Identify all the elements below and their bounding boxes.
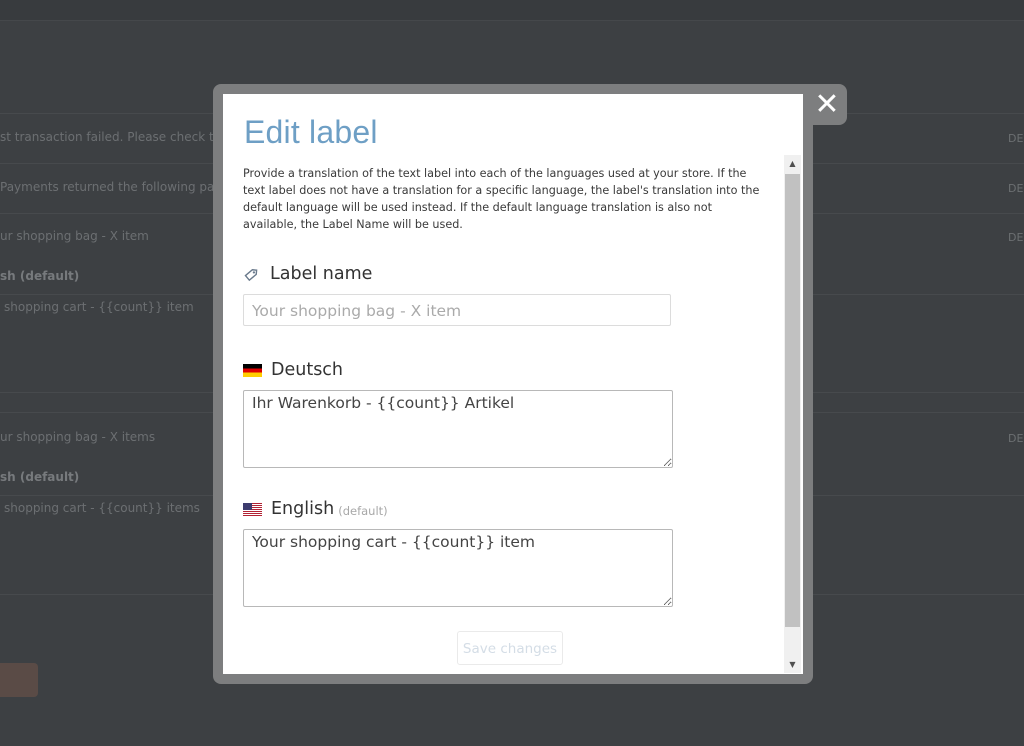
- label-name-text: Label name: [270, 264, 373, 284]
- scroll-up-arrow-icon[interactable]: ▲: [784, 155, 801, 172]
- english-translation-field[interactable]: Your shopping cart - {{count}} item: [243, 529, 673, 607]
- background-row-text: sh (default): [0, 269, 80, 283]
- label-name-input[interactable]: Your shopping bag - X item: [243, 294, 671, 326]
- background-row-text: ur shopping bag - X item: [0, 229, 149, 243]
- background-top-bar: [0, 0, 1024, 21]
- close-button[interactable]: ✕: [811, 89, 843, 121]
- english-heading: English (default): [243, 499, 388, 519]
- background-row-tag: DE: [1008, 231, 1024, 244]
- background-row-text: Payments returned the following paym: [0, 180, 234, 194]
- dialog-description: Provide a translation of the text label …: [243, 167, 760, 231]
- dialog-scrollbar[interactable]: ▲ ▼: [784, 155, 801, 673]
- background-row-tag: DE: [1008, 432, 1024, 445]
- background-button: [0, 663, 38, 697]
- dialog-content: Provide a translation of the text label …: [223, 154, 803, 674]
- english-label: English: [271, 499, 335, 519]
- deutsch-heading: Deutsch: [243, 360, 343, 380]
- background-row-text: shopping cart - {{count}} item: [4, 300, 194, 314]
- edit-label-dialog: Edit label Provide a translation of the …: [223, 94, 803, 674]
- flag-us-icon: [243, 502, 262, 516]
- dialog-title: Edit label: [244, 114, 378, 150]
- background-row-text: ur shopping bag - X items: [0, 430, 156, 444]
- scrollbar-thumb[interactable]: [785, 174, 800, 627]
- default-note: (default): [338, 503, 388, 518]
- scroll-down-arrow-icon[interactable]: ▼: [784, 656, 801, 673]
- save-changes-button[interactable]: Save changes: [457, 631, 563, 665]
- tag-icon: [243, 265, 261, 283]
- deutsch-label: Deutsch: [271, 360, 344, 380]
- background-row-tag: DE: [1008, 182, 1024, 195]
- flag-de-icon: [243, 363, 262, 377]
- background-row-text: shopping cart - {{count}} items: [4, 501, 200, 515]
- background-row-text: sh (default): [0, 470, 80, 484]
- background-row-text: st transaction failed. Please check the: [0, 130, 229, 144]
- background-row-tag: DE: [1008, 132, 1024, 145]
- deutsch-translation-field[interactable]: Ihr Warenkorb - {{count}} Artikel: [243, 390, 673, 468]
- label-name-heading: Label name: [243, 264, 372, 284]
